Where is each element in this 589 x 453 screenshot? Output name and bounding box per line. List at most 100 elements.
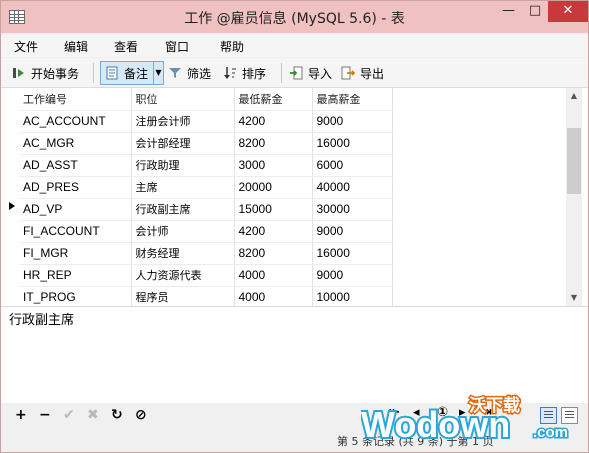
table-cell[interactable]: 主席 [131,176,235,199]
close-button[interactable]: ✕ [548,1,588,22]
import-icon [290,66,303,80]
export-icon [341,66,355,80]
table-cell[interactable]: AC_ACCOUNT [19,110,132,133]
first-page-icon[interactable]: ⇤ [389,405,400,420]
chevron-down-icon[interactable]: ▼ [153,62,163,84]
table-cell[interactable]: 10000 [312,286,393,306]
table-cell[interactable]: 20000 [234,176,313,199]
table-cell[interactable]: AD_VP [19,198,132,221]
table-cell[interactable]: 会计部经理 [131,132,235,155]
column-header[interactable]: 工作编号 [19,88,132,111]
column-header[interactable]: 最高薪金 [312,88,393,111]
cell-editor[interactable]: 行政副主席 [1,306,588,403]
data-grid[interactable]: 工作编号 职位 最低薪金 最高薪金 AC_ACCOUNT 注册会计师 4200 … [1,88,588,306]
page-number-icon[interactable]: ① [437,405,448,420]
table-row[interactable]: FI_MGR 财务经理 8200 16000 [19,242,393,265]
table-cell[interactable]: 8200 [234,242,313,265]
vertical-scrollbar[interactable]: ▲ ▼ [566,88,582,306]
table-cell[interactable]: FI_ACCOUNT [19,220,132,243]
add-record-button[interactable]: + [15,407,27,423]
title-bar[interactable]: 工作 @雇员信息 (MySQL 5.6) - 表 — □ ✕ [1,1,588,33]
table-cell[interactable]: 财务经理 [131,242,235,265]
sort-button[interactable]: 排序 [223,63,266,83]
table-window: 工作 @雇员信息 (MySQL 5.6) - 表 — □ ✕ 文件 编辑 查看 … [0,0,589,453]
delete-record-button[interactable]: − [39,407,51,423]
table-cell[interactable]: 30000 [312,198,393,221]
record-status: 第 5 条记录 (共 9 条) 于第 1 页 [337,435,494,448]
table-cell[interactable]: 16000 [312,242,393,265]
memo-icon [106,66,118,80]
begin-transaction-label: 开始事务 [31,66,80,81]
column-header[interactable]: 最低薪金 [234,88,313,111]
table-cell[interactable]: FI_MGR [19,242,132,265]
table-row-selected[interactable]: AD_VP 行政副主席 15000 30000 [19,198,393,221]
table-cell[interactable]: AD_PRES [19,176,132,199]
data-table: 工作编号 职位 最低薪金 最高薪金 AC_ACCOUNT 注册会计师 4200 … [19,88,393,306]
scroll-down-icon[interactable]: ▼ [566,291,582,305]
table-cell[interactable]: 会计师 [131,220,235,243]
menu-window[interactable]: 窗口 [165,38,189,55]
table-cell[interactable]: 程序员 [131,286,235,306]
table-cell[interactable]: 人力资源代表 [131,264,235,287]
export-button[interactable]: 导出 [341,63,384,83]
menu-edit[interactable]: 编辑 [64,38,88,55]
record-toolbar: + − ✔ ✖ ↻ ⊘ [1,403,588,428]
discard-changes-button[interactable]: ✖ [87,407,99,423]
table-row[interactable]: FI_ACCOUNT 会计师 4200 9000 [19,220,393,243]
status-bar: 第 5 条记录 (共 9 条) 于第 1 页 [1,428,588,452]
table-cell[interactable]: 15000 [234,198,313,221]
table-row[interactable]: AC_MGR 会计部经理 8200 16000 [19,132,393,155]
scroll-up-icon[interactable]: ▲ [566,89,582,103]
import-label: 导入 [308,66,333,81]
refresh-button[interactable]: ↻ [111,407,123,423]
grid-view-icon[interactable] [540,407,557,424]
table-cell[interactable]: 9000 [312,220,393,243]
sort-label: 排序 [242,66,267,81]
table-cell[interactable]: 9000 [312,264,393,287]
menu-help[interactable]: 帮助 [220,38,244,55]
cell-editor-text[interactable]: 行政副主席 [9,309,74,328]
table-cell[interactable]: HR_REP [19,264,132,287]
next-page-icon[interactable]: ▸ [459,405,466,420]
sort-icon [224,67,236,79]
table-row[interactable]: AC_ACCOUNT 注册会计师 4200 9000 [19,110,393,133]
table-cell[interactable]: 4000 [234,264,313,287]
table-cell[interactable]: 注册会计师 [131,110,235,133]
column-header[interactable]: 职位 [131,88,235,111]
table-cell[interactable]: 9000 [312,110,393,133]
menu-file[interactable]: 文件 [14,38,38,55]
apply-changes-button[interactable]: ✔ [63,407,75,423]
filter-button[interactable]: 筛选 [168,63,211,83]
table-row[interactable]: HR_REP 人力资源代表 4000 9000 [19,264,393,287]
table-cell[interactable]: 4200 [234,110,313,133]
table-cell[interactable]: 6000 [312,154,393,177]
table-cell[interactable]: 4000 [234,286,313,306]
table-cell[interactable]: 40000 [312,176,393,199]
import-button[interactable]: 导入 [289,63,332,83]
table-cell[interactable]: 行政助理 [131,154,235,177]
scrollbar-thumb[interactable] [567,128,581,194]
memo-label: 备注 [124,66,149,81]
table-cell[interactable]: AC_MGR [19,132,132,155]
previous-page-icon[interactable]: ◂ [413,405,420,420]
table-cell[interactable]: 3000 [234,154,313,177]
memo-button[interactable]: 备注 ▼ [100,61,164,85]
table-cell[interactable]: 16000 [312,132,393,155]
begin-transaction-button[interactable]: 开始事务 [12,63,79,83]
table-cell[interactable]: 8200 [234,132,313,155]
table-row[interactable]: AD_PRES 主席 20000 40000 [19,176,393,199]
stop-button[interactable]: ⊘ [135,407,147,423]
table-cell-editing[interactable]: 行政副主席 [131,198,235,221]
last-page-icon[interactable]: ⇥ [481,405,492,420]
export-label: 导出 [360,66,385,81]
table-row[interactable]: AD_ASST 行政助理 3000 6000 [19,154,393,177]
current-row-indicator-icon [9,202,15,210]
table-cell[interactable]: AD_ASST [19,154,132,177]
table-cell[interactable]: IT_PROG [19,286,132,306]
table-cell[interactable]: 4200 [234,220,313,243]
table-row[interactable]: IT_PROG 程序员 4000 10000 [19,286,393,306]
maximize-button[interactable]: □ [522,1,548,22]
menu-view[interactable]: 查看 [114,38,138,55]
form-view-icon[interactable] [561,407,578,424]
minimize-button[interactable]: — [495,1,522,22]
